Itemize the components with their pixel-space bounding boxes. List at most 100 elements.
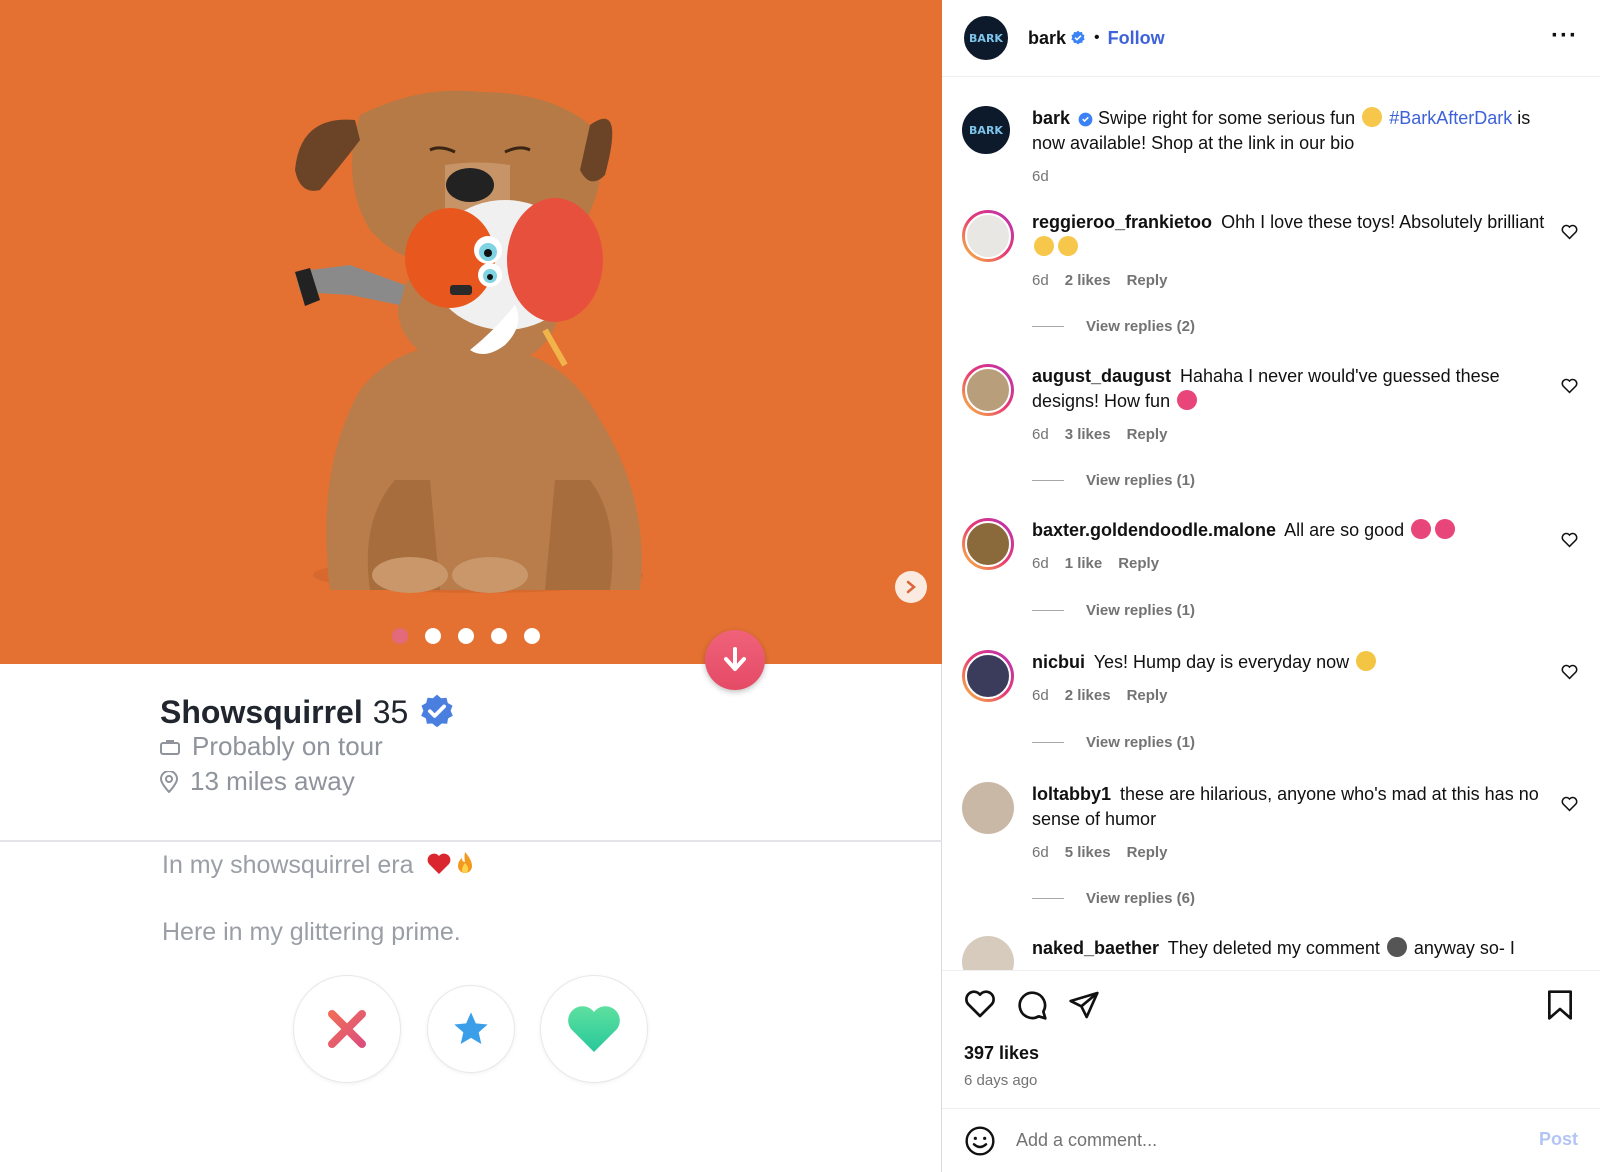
dog-photo[interactable] <box>0 0 942 664</box>
pagination-dot[interactable] <box>425 628 441 644</box>
avatar[interactable] <box>962 518 1014 570</box>
super-like-button[interactable] <box>427 985 515 1073</box>
comment-username[interactable]: baxter.goldendoodle.malone <box>1032 520 1276 540</box>
location-pin-icon <box>160 770 178 793</box>
comment-meta: 6d <box>1032 164 1552 189</box>
hashtag-link[interactable]: #BarkAfterDark <box>1389 108 1512 128</box>
laughing-emoji-icon <box>1034 236 1054 256</box>
comment-likes[interactable]: 5 likes <box>1065 840 1111 865</box>
comments-list: BARK bark Swipe right for some serious f… <box>942 78 1600 970</box>
profile-name-row: Showsquirrel 35 <box>160 693 456 731</box>
comment-input[interactable] <box>1016 1130 1496 1151</box>
comment-time: 6d <box>1032 687 1049 704</box>
post-header: BARK bark • Follow ··· <box>942 0 1600 77</box>
comment-likes[interactable]: 2 likes <box>1065 683 1111 708</box>
reply-button[interactable]: Reply <box>1127 422 1168 447</box>
more-options-button[interactable]: ··· <box>1551 24 1578 48</box>
avatar[interactable]: BARK <box>962 106 1014 158</box>
comment-likes[interactable]: 1 like <box>1065 551 1103 576</box>
bio-text: In my showsquirrel era <box>162 851 414 879</box>
avatar-image <box>965 213 1011 259</box>
next-photo-button[interactable] <box>895 571 927 603</box>
red-heart-emoji-icon <box>428 853 451 874</box>
replies-line <box>1032 742 1064 743</box>
verified-badge-icon <box>421 694 454 728</box>
view-replies-button[interactable]: View replies (1) <box>1032 734 1195 751</box>
view-replies-label: View replies (1) <box>1086 734 1195 751</box>
heart-outline-icon[interactable] <box>1561 796 1578 812</box>
comment-body: nicbui Yes! Hump day is everyday now 6d … <box>1032 650 1552 708</box>
comment-time: 6d <box>1032 272 1049 289</box>
follow-button[interactable]: Follow <box>1108 28 1165 49</box>
view-replies-label: View replies (2) <box>1086 318 1195 335</box>
like-button[interactable] <box>540 975 648 1083</box>
separator-dot: • <box>1094 29 1100 46</box>
profile-age: 35 <box>372 693 409 730</box>
avatar-image <box>965 653 1011 699</box>
pagination-dot[interactable] <box>524 628 540 644</box>
view-replies-button[interactable]: View replies (2) <box>1032 318 1195 335</box>
nope-button[interactable] <box>293 975 401 1083</box>
view-replies-button[interactable]: View replies (1) <box>1032 472 1195 489</box>
pagination-dot[interactable] <box>392 628 408 644</box>
comment-meta: 6d 1 like Reply <box>1032 551 1552 576</box>
comment-username[interactable]: reggieroo_frankietoo <box>1032 212 1212 232</box>
avatar[interactable] <box>962 650 1014 702</box>
reply-button[interactable]: Reply <box>1127 683 1168 708</box>
reply-button[interactable]: Reply <box>1118 551 1159 576</box>
comment-username[interactable]: august_daugust <box>1032 366 1171 386</box>
view-replies-button[interactable]: View replies (6) <box>1032 890 1195 907</box>
caption-body: bark Swipe right for some serious fun #B… <box>1032 106 1552 189</box>
comment-meta: 6d 2 likes Reply <box>1032 268 1552 293</box>
job-text: Probably on tour <box>192 731 383 761</box>
post-actions: 397 likes 6 days ago <box>942 970 1600 1108</box>
bio-line: Here in my glittering prime. <box>162 918 461 946</box>
heart-outline-icon[interactable] <box>1561 532 1578 548</box>
view-replies-button[interactable]: View replies (1) <box>1032 602 1195 619</box>
post-comment-button[interactable]: Post <box>1539 1129 1578 1150</box>
comment-likes[interactable]: 3 likes <box>1065 422 1111 447</box>
share-send-icon[interactable] <box>1068 989 1100 1021</box>
likes-count[interactable]: 397 likes <box>964 1043 1039 1064</box>
comment-username[interactable]: nicbui <box>1032 652 1085 672</box>
comment-likes[interactable]: 2 likes <box>1065 268 1111 293</box>
replies-line <box>1032 326 1064 327</box>
bookmark-icon[interactable] <box>1546 989 1574 1021</box>
reply-button[interactable]: Reply <box>1127 840 1168 865</box>
comment-icon[interactable] <box>1016 989 1048 1021</box>
caption-text: Swipe right for some serious fun <box>1098 108 1356 128</box>
pagination-dot[interactable] <box>458 628 474 644</box>
heart-outline-icon[interactable] <box>1561 224 1578 240</box>
pagination-dot[interactable] <box>491 628 507 644</box>
avatar[interactable] <box>962 936 1014 970</box>
comment-username[interactable]: naked_baether <box>1032 938 1159 958</box>
comment-text: anyway so- I <box>1413 938 1515 958</box>
avatar[interactable] <box>962 782 1014 834</box>
comment-body: august_daugust Hahaha I never would've g… <box>1032 364 1552 447</box>
verified-badge-icon <box>1078 112 1093 127</box>
photo-pagination <box>392 628 540 644</box>
comment-text: All are so good <box>1284 520 1405 540</box>
chevron-right-icon <box>906 580 916 594</box>
dog-with-toy-illustration <box>0 0 942 664</box>
comment-username[interactable]: bark <box>1032 108 1070 128</box>
avatar-image <box>962 936 1014 970</box>
heart-outline-icon[interactable] <box>1561 378 1578 394</box>
expand-profile-button[interactable] <box>705 630 765 690</box>
comment-time: 6d <box>1032 555 1049 572</box>
avatar[interactable] <box>962 210 1014 262</box>
emoji-picker-icon[interactable] <box>964 1125 996 1157</box>
account-name[interactable]: bark <box>1028 28 1066 49</box>
heart-outline-icon[interactable] <box>1561 664 1578 680</box>
bark-avatar: BARK <box>962 106 1010 154</box>
divider <box>0 840 942 842</box>
avatar[interactable] <box>962 364 1014 416</box>
laughing-emoji-icon <box>1058 236 1078 256</box>
bark-avatar[interactable]: BARK <box>964 16 1008 60</box>
like-heart-icon[interactable] <box>964 989 996 1019</box>
reply-button[interactable]: Reply <box>1127 268 1168 293</box>
heart-eyes-emoji-icon <box>1435 519 1456 539</box>
heart-icon <box>568 1006 620 1052</box>
heart-eyes-emoji-icon <box>1177 390 1198 410</box>
comment-username[interactable]: loltabby1 <box>1032 784 1111 804</box>
